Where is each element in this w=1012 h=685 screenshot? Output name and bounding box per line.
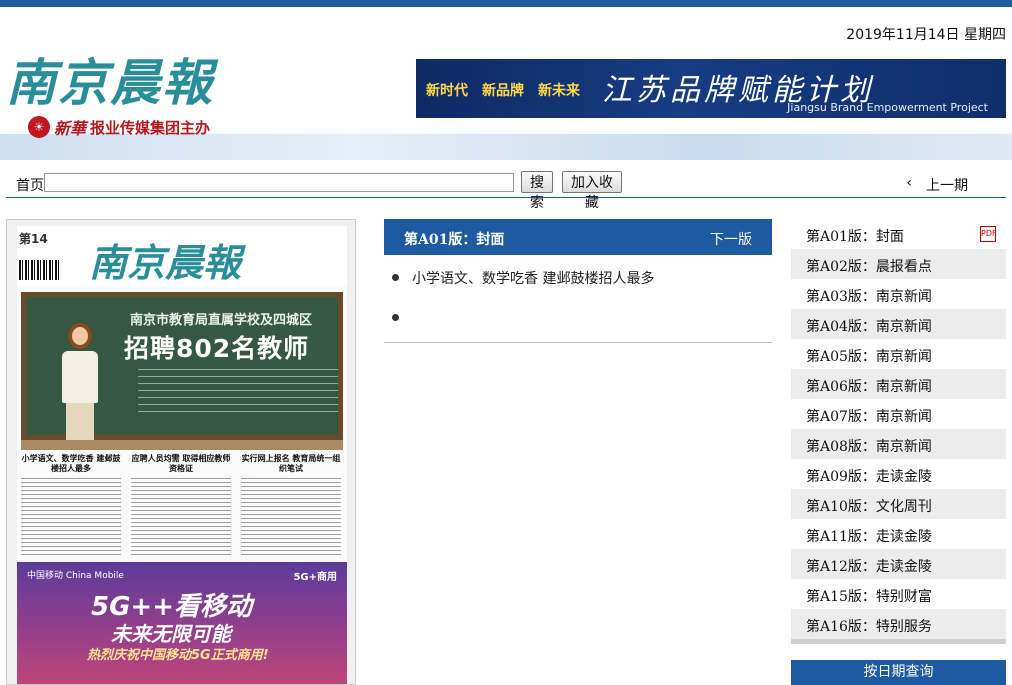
column-heading: 实行网上报名 教育局统一组织笔试 — [241, 454, 341, 473]
paper-header: 第14 南京晨報 — [17, 226, 347, 286]
page-list-item[interactable]: 第A06版：南京新闻 — [791, 369, 1006, 399]
page-list-footer — [791, 639, 1006, 644]
next-page-link[interactable]: 下一版 — [710, 229, 752, 249]
page-list-item[interactable]: 第A03版：南京新闻 — [791, 279, 1006, 309]
page-list-item[interactable]: 第A10版：文化周刊 — [791, 489, 1006, 519]
article-column: 实行网上报名 教育局统一组织笔试 — [241, 454, 341, 558]
ad-logo: 中国移动 China Mobile — [27, 571, 124, 581]
page-list-item[interactable]: 第A02版：晨报看点 — [791, 249, 1006, 279]
page-list-item[interactable]: 第A15版：特别财富 — [791, 579, 1006, 609]
page-list-item[interactable]: 第A12版：走读金陵 — [791, 549, 1006, 579]
newspaper-page: 第14 南京晨報 南京市教育局直属学校及四城区 招聘802名教师 小学语文、数学… — [17, 226, 347, 684]
add-favorite-button[interactable]: 加入收藏 — [562, 171, 622, 211]
pdf-icon[interactable]: PDF — [980, 226, 997, 242]
home-link[interactable]: 首页 — [16, 175, 44, 195]
top-accent-line — [0, 0, 1012, 7]
article-column: 应聘人员均需 取得相应教师资格证 — [131, 454, 231, 558]
current-date: 2019年11月14日 星期四 — [846, 27, 1006, 43]
chevron-left-icon: ‹ — [906, 175, 912, 191]
issue-label: 第14 — [19, 232, 48, 246]
article-list: 小学语文、数学吃香 建邺鼓楼招人最多 — [384, 255, 772, 343]
sponsor-text: 报业传媒集团主办 — [90, 118, 211, 137]
toolbar: 首页 搜索 加入收藏 ‹ 上一期 — [6, 168, 1006, 211]
chalkboard-illustration: 南京市教育局直属学校及四城区 招聘802名教师 — [21, 292, 343, 441]
date-query-button[interactable]: 按日期查询 — [791, 660, 1006, 685]
column-heading: 小学语文、数学吃香 建邺鼓楼招人最多 — [21, 454, 121, 473]
article-columns: 小学语文、数学吃香 建邺鼓楼招人最多 应聘人员均需 取得相应教师资格证 实行网上… — [21, 454, 343, 558]
brand-banner[interactable]: 新时代 新品牌 新未来 江苏品牌赋能计划 Jiangsu Brand Empow… — [416, 59, 1006, 118]
board-text-lines — [138, 369, 338, 413]
sponsor-brand: 新華 — [54, 119, 87, 138]
board-ledge — [21, 440, 343, 450]
site-header: 2019年11月14日 星期四 南京晨報 ☀ 新華 报业传媒集团主办 新时代 新… — [0, 7, 1012, 160]
front-page-image[interactable]: 第14 南京晨報 南京市教育局直属学校及四城区 招聘802名教师 小学语文、数学… — [6, 219, 356, 685]
page-list-item[interactable]: 第A01版：封面 PDF — [791, 219, 1006, 249]
column-heading: 应聘人员均需 取得相应教师资格证 — [131, 454, 231, 473]
page-list-item[interactable]: 第A04版：南京新闻 — [791, 309, 1006, 339]
masthead-logo[interactable]: 南京晨報 — [6, 43, 214, 115]
board-subheading: 南京市教育局直属学校及四城区 — [130, 313, 313, 328]
search-input[interactable] — [44, 173, 514, 192]
search-button[interactable]: 搜索 — [521, 171, 553, 211]
previous-issue-link[interactable]: ‹ 上一期 — [906, 175, 968, 195]
page-list-item[interactable]: 第A08版：南京新闻 — [791, 429, 1006, 459]
page-list-item[interactable]: 第A16版：特别服务 — [791, 609, 1006, 639]
page-list-item[interactable]: 第A09版：走读金陵 — [791, 459, 1006, 489]
page-list: 第A01版：封面 PDF 第A02版：晨报看点 第A03版：南京新闻 第A04版：… — [791, 219, 1006, 639]
xinhua-logo-icon: ☀ — [28, 116, 50, 138]
current-page-title: 第A01版：封面 — [404, 232, 505, 248]
current-page-header: 第A01版：封面 下一版 — [384, 219, 772, 255]
board-headline: 招聘802名教师 — [124, 334, 310, 363]
article-link[interactable]: 小学语文、数学吃香 建邺鼓楼招人最多 — [384, 255, 772, 295]
previous-issue-label: 上一期 — [926, 178, 968, 194]
ad-tag: 5G+商用 — [293, 572, 337, 583]
ad-main-text: 未来无限可能 — [111, 622, 231, 646]
china-mobile-ad: 中国移动 China Mobile 5G+商用 5G++看移动 未来无限可能 热… — [17, 562, 347, 684]
barcode-icon — [19, 260, 59, 280]
banner-tag: 新品牌 — [482, 83, 524, 99]
sponsor-line: ☀ 新華 报业传媒集团主办 — [28, 115, 210, 139]
banner-tag: 新未来 — [538, 83, 580, 99]
ad-subtext: 热烈庆祝中国移动5G正式商用! — [87, 648, 269, 663]
article-link[interactable] — [384, 295, 772, 335]
teacher-illustration — [60, 323, 100, 441]
page-list-item[interactable]: 第A07版：南京新闻 — [791, 399, 1006, 429]
page-list-item[interactable]: 第A05版：南京新闻 — [791, 339, 1006, 369]
banner-tag: 新时代 — [426, 83, 468, 99]
banner-subtitle: Jiangsu Brand Empowerment Project — [787, 101, 988, 114]
article-column: 小学语文、数学吃香 建邺鼓楼招人最多 — [21, 454, 121, 558]
banner-tags: 新时代 新品牌 新未来 — [426, 80, 580, 100]
page-list-item[interactable]: 第A11版：走读金陵 — [791, 519, 1006, 549]
paper-masthead: 南京晨報 — [89, 240, 242, 285]
